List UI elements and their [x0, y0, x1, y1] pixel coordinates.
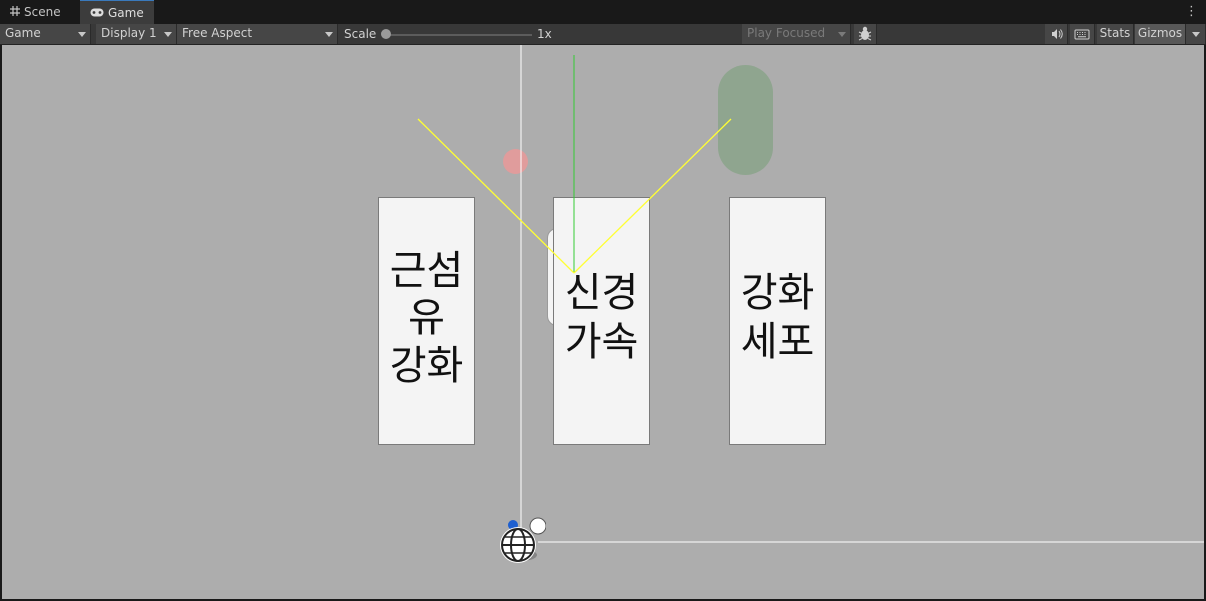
game-viewport[interactable]: 근섬 유 강화 신경 가속 강화 세포 — [2, 45, 1204, 599]
yellow-ray-right-line — [573, 118, 732, 274]
tab-scene[interactable]: Scene — [0, 0, 78, 24]
scale-label: Scale — [344, 27, 377, 41]
tab-game[interactable]: Game — [80, 0, 154, 24]
display-mode-dropdown[interactable]: Game — [0, 24, 91, 44]
bug-icon[interactable] — [854, 24, 877, 44]
scale-slider[interactable] — [386, 34, 532, 36]
tab-scene-label: Scene — [24, 5, 61, 19]
gizmo-lines-overlay — [417, 45, 1204, 543]
keyboard-icon[interactable] — [1070, 24, 1095, 44]
stats-button[interactable]: Stats — [1097, 24, 1134, 44]
gizmos-dropdown[interactable] — [1186, 24, 1206, 44]
play-mode-dropdown[interactable]: Play Focused — [742, 24, 851, 44]
aspect-value: Free Aspect — [182, 26, 253, 40]
yellow-ray-left-line — [417, 118, 575, 274]
grid-icon — [10, 0, 20, 24]
chevron-down-icon — [1192, 32, 1200, 37]
tab-bar: Scene Game ⋮ — [0, 0, 1206, 24]
globe-icon — [496, 517, 547, 567]
display-value: Display 1 — [101, 26, 157, 40]
display-mode-value: Game — [5, 26, 41, 40]
display-dropdown[interactable]: Display 1 — [96, 24, 177, 44]
aspect-dropdown[interactable]: Free Aspect — [177, 24, 338, 44]
chevron-down-icon — [325, 32, 333, 37]
more-options-icon[interactable]: ⋮ — [1185, 2, 1198, 22]
gizmos-button[interactable]: Gizmos — [1135, 24, 1186, 44]
chevron-down-icon — [164, 32, 172, 37]
gamepad-icon — [90, 1, 104, 25]
scale-slider-handle[interactable] — [381, 29, 391, 39]
chevron-down-icon — [838, 32, 846, 37]
play-mode-value: Play Focused — [747, 26, 826, 40]
scale-value: 1x — [537, 27, 552, 41]
tab-game-label: Game — [108, 6, 144, 20]
chevron-down-icon — [78, 32, 86, 37]
speaker-icon[interactable] — [1045, 24, 1068, 44]
